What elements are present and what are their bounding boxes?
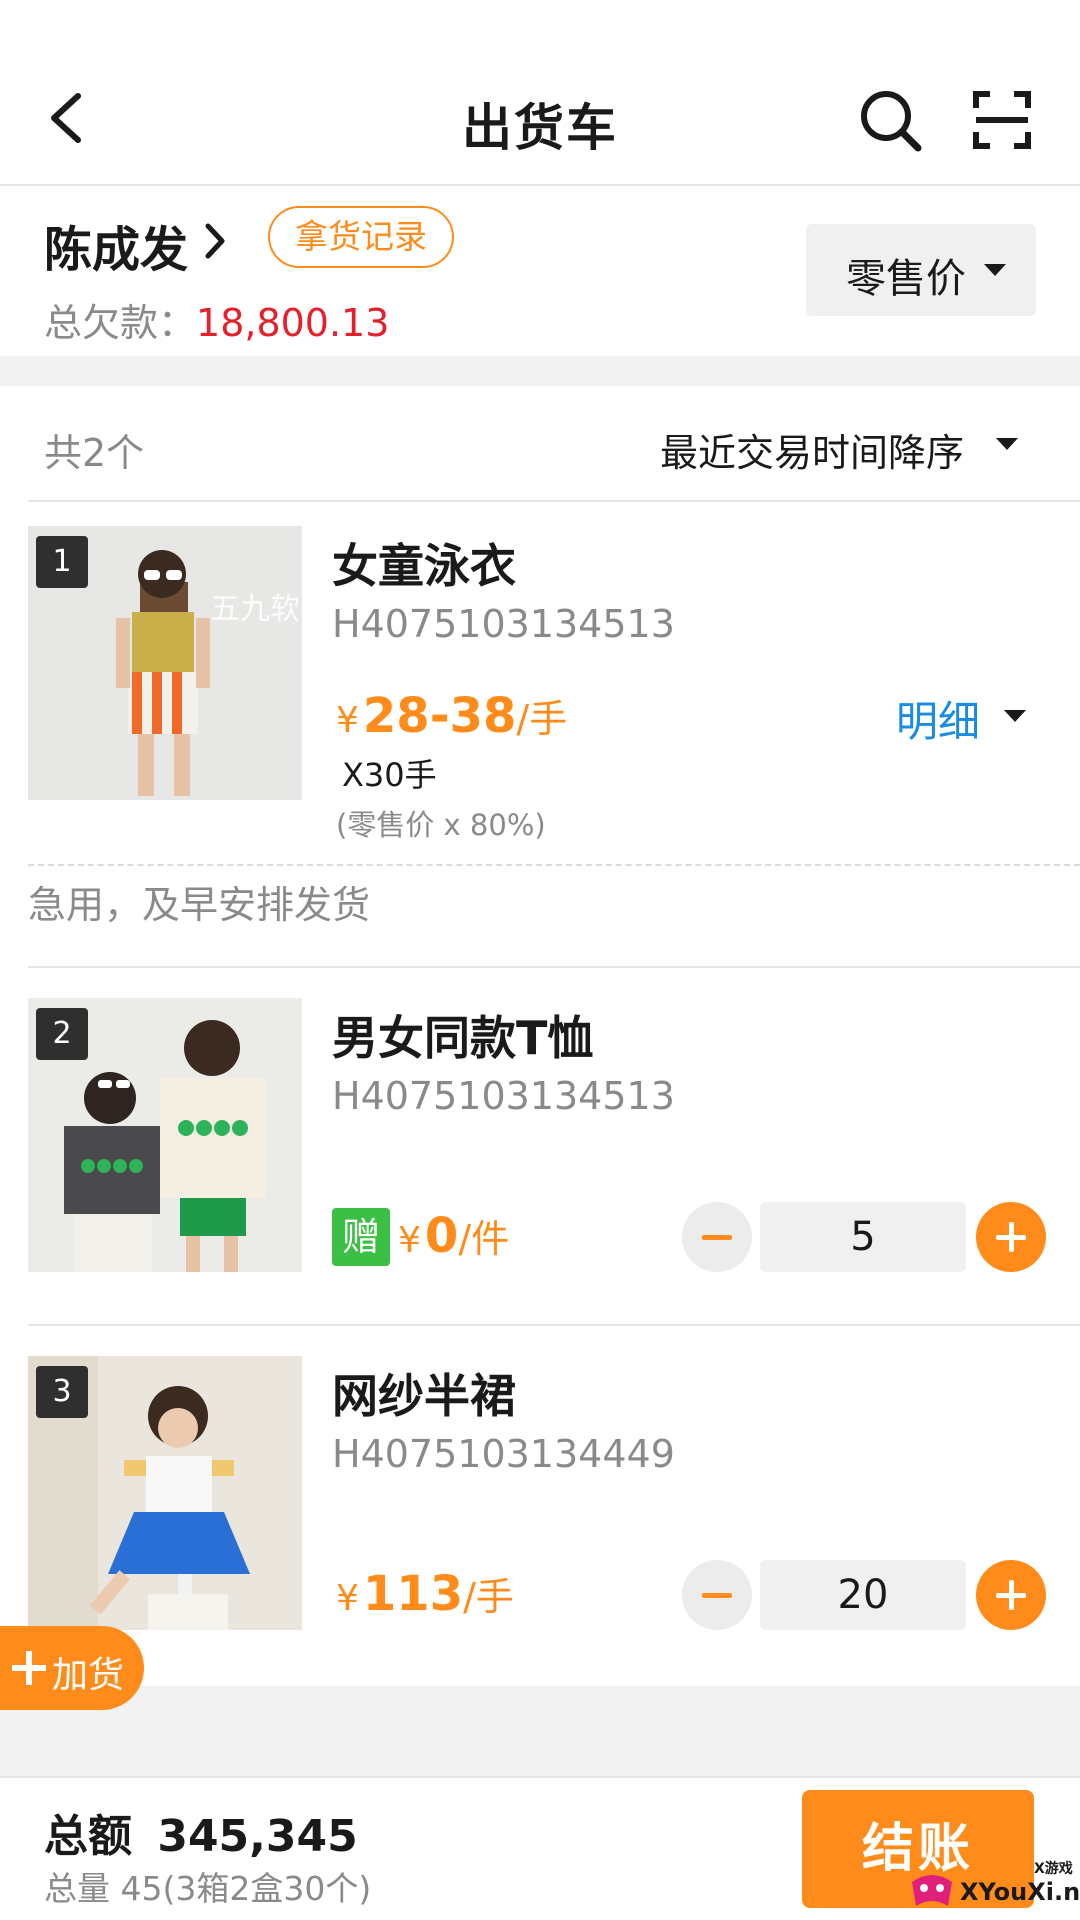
product-name: 男女同款T恤 <box>332 1011 594 1065</box>
watermark-text: XYouXi.net <box>960 1878 1080 1906</box>
nav-bar: 出货车 <box>0 0 1080 186</box>
gift-badge: 赠 <box>332 1208 390 1266</box>
plus-icon <box>12 1651 46 1685</box>
product-price: ¥113/手 <box>336 1566 514 1622</box>
bottom-spacer <box>0 1686 1080 1776</box>
customer-name[interactable]: 陈成发 <box>44 210 188 280</box>
site-watermark: X游戏 XYouXi.net <box>902 1858 1080 1920</box>
section-divider <box>0 356 1080 386</box>
product-price: ¥28-38/手 <box>336 688 567 744</box>
product-code: H4075103134513 <box>332 602 675 646</box>
decrease-quantity-button[interactable] <box>682 1560 752 1630</box>
scan-icon[interactable] <box>972 90 1032 150</box>
item-count: 共2个 <box>44 431 145 475</box>
sort-dropdown[interactable]: 最近交易时间降序 <box>660 422 964 477</box>
cart-item: 1 五九软 女童泳衣 H4075103134513 ¥28-38/手 明细 X3… <box>28 502 1080 866</box>
cart-item: 2 男女同款T恤 H4075103134513 赠 ¥0/件 5 <box>28 968 1080 1326</box>
total-quantity: 总量 45(3箱2盒30个) <box>44 1869 372 1908</box>
quantity-input[interactable]: 5 <box>760 1202 966 1272</box>
add-goods-label: 加货 <box>52 1655 125 1696</box>
add-goods-button[interactable]: 加货 <box>0 1626 144 1710</box>
currency-symbol: ¥ <box>336 700 359 741</box>
total-amount: 总额 345,345 <box>44 1800 358 1864</box>
product-name: 女童泳衣 <box>332 539 516 593</box>
increase-quantity-button[interactable] <box>976 1202 1046 1272</box>
quantity-input[interactable]: 20 <box>760 1560 966 1630</box>
product-thumbnail[interactable]: 2 <box>28 998 302 1272</box>
search-icon[interactable] <box>858 88 924 154</box>
detail-label: 明细 <box>896 697 981 746</box>
pick-record-button[interactable]: 拿货记录 <box>268 206 454 268</box>
total-debt: 总欠款：18,800.13 <box>44 292 389 347</box>
product-price: ¥0/件 <box>398 1208 509 1264</box>
gamepad-logo-icon <box>912 1875 952 1906</box>
item-index-badge: 2 <box>36 1008 88 1060</box>
price-value: 0 <box>424 1208 459 1264</box>
debt-value: 18,800.13 <box>196 301 390 345</box>
order-note: 急用，及早安排发货 <box>28 883 371 927</box>
product-code: H4075103134449 <box>332 1432 675 1476</box>
item-quantity-text: X30手 <box>342 756 437 794</box>
item-index-badge: 1 <box>36 536 88 588</box>
caret-down-icon[interactable] <box>1004 710 1026 722</box>
sort-label: 最近交易时间降序 <box>660 431 965 475</box>
total-value: 345,345 <box>157 1811 358 1862</box>
image-watermark: 五九软 <box>210 592 300 627</box>
detail-toggle[interactable]: 明细 <box>896 688 981 746</box>
product-code: H4075103134513 <box>332 1074 675 1118</box>
total-label: 总额 <box>44 1811 132 1862</box>
caret-down-icon <box>984 264 1006 276</box>
divider <box>0 1776 1080 1778</box>
price-value: 113 <box>362 1566 464 1622</box>
decrease-quantity-button[interactable] <box>682 1202 752 1272</box>
debt-label: 总欠款： <box>44 301 197 345</box>
price-type-dropdown[interactable]: 零售价 <box>806 224 1036 316</box>
price-unit: /手 <box>516 697 568 741</box>
caret-down-icon[interactable] <box>996 438 1018 450</box>
price-unit: /件 <box>458 1217 510 1261</box>
price-value: 28-38 <box>362 688 517 744</box>
product-thumbnail[interactable]: 1 五九软 <box>28 526 302 800</box>
product-thumbnail[interactable]: 3 <box>28 1356 302 1630</box>
increase-quantity-button[interactable] <box>976 1560 1046 1630</box>
chevron-right-icon[interactable] <box>200 220 230 262</box>
price-type-label: 零售价 <box>846 256 966 302</box>
watermark-subtext: X游戏 <box>1034 1861 1073 1877</box>
item-index-badge: 3 <box>36 1366 88 1418</box>
currency-symbol: ¥ <box>398 1220 421 1261</box>
list-header: 共2个 最近交易时间降序 <box>28 386 1080 502</box>
price-unit: /手 <box>463 1575 514 1619</box>
cart-item: 3 网纱半裙 H4075103134449 ¥113/手 20 <box>28 1328 1080 1684</box>
currency-symbol: ¥ <box>336 1578 359 1619</box>
discount-note: (零售价 x 80%) <box>336 808 546 842</box>
product-name: 网纱半裙 <box>332 1369 516 1423</box>
customer-panel: 陈成发 拿货记录 总欠款：18,800.13 零售价 <box>0 188 1080 356</box>
